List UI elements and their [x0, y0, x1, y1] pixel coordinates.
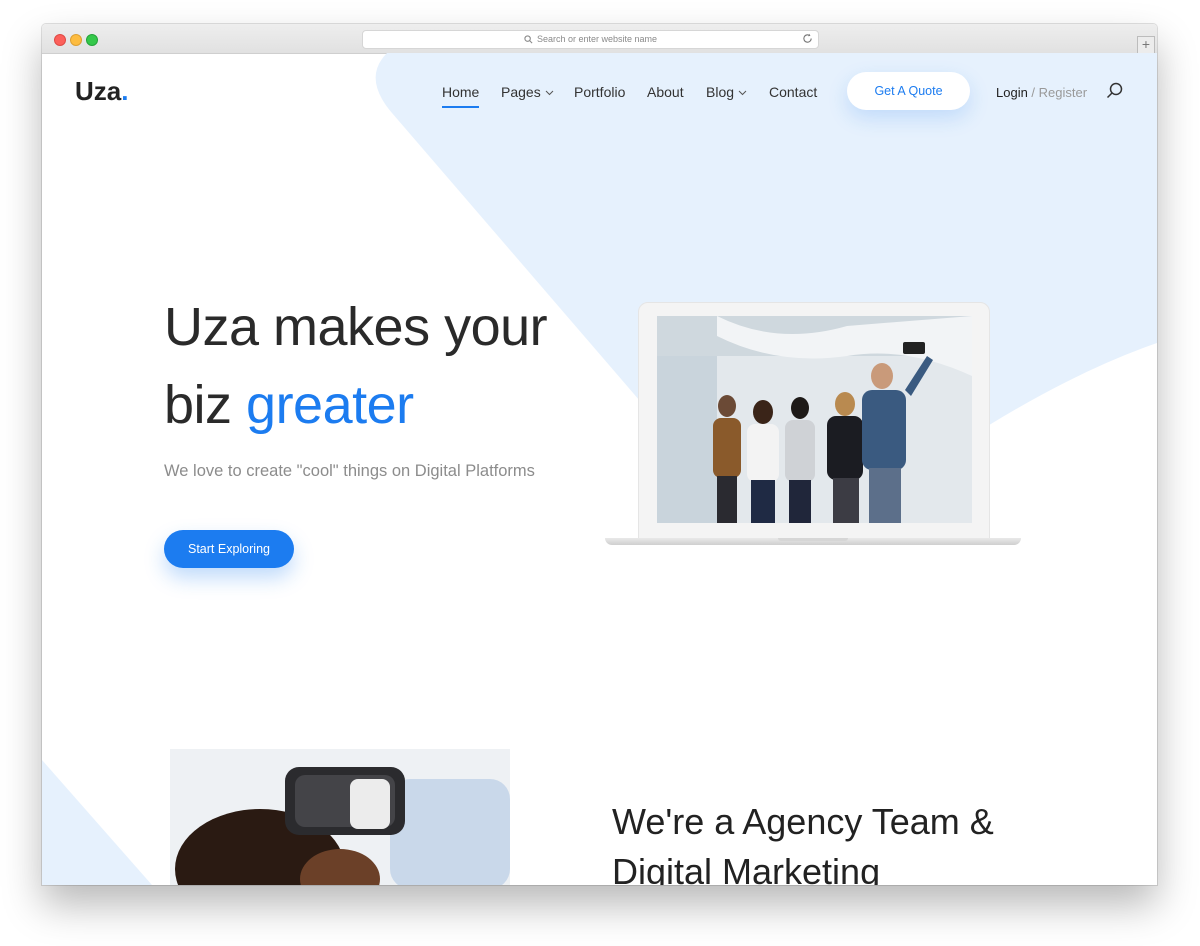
hero-title: Uza makes your biz greater — [164, 288, 624, 444]
hero-subtitle: We love to create "cool" things on Digit… — [164, 462, 535, 480]
team-photo — [657, 316, 972, 523]
team-photo-illustration — [657, 316, 972, 523]
address-placeholder: Search or enter website name — [536, 34, 658, 44]
vr-photo-illustration — [170, 749, 510, 885]
login-link[interactable]: Login — [996, 85, 1028, 100]
new-tab-button[interactable]: + — [1137, 36, 1155, 54]
hero-title-line1: Uza makes your — [164, 297, 548, 357]
chevron-down-icon — [545, 90, 554, 96]
nav-item-label: Pages — [501, 84, 541, 100]
logo-dot: . — [121, 76, 129, 106]
browser-titlebar: Search or enter website name + — [42, 24, 1157, 54]
start-exploring-button[interactable]: Start Exploring — [164, 530, 294, 568]
nav-item-blog[interactable]: Blog — [706, 84, 747, 100]
close-window-button[interactable] — [54, 34, 66, 46]
minimize-window-button[interactable] — [70, 34, 82, 46]
reload-icon[interactable] — [802, 33, 813, 44]
chevron-down-icon — [738, 90, 747, 96]
maximize-window-button[interactable] — [86, 34, 98, 46]
register-link[interactable]: Register — [1039, 85, 1087, 100]
agency-title-line2: Digital Marketing — [612, 851, 881, 885]
agency-title-line1: We're a Agency Team & — [612, 801, 994, 842]
hero-title-line2: biz greater — [164, 366, 624, 444]
logo[interactable]: Uza. — [75, 76, 128, 107]
browser-window: Search or enter website name + Uza. Home… — [42, 24, 1157, 885]
vr-photo — [170, 749, 510, 885]
auth-links: Login / Register — [996, 85, 1087, 100]
nav-item-about[interactable]: About — [647, 84, 684, 100]
get-a-quote-button[interactable]: Get A Quote — [847, 72, 970, 110]
nav-item-portfolio[interactable]: Portfolio — [574, 84, 625, 100]
page-viewport: Uza. Home Pages Portfolio About Blog Con… — [42, 53, 1157, 885]
logo-text: Uza — [75, 76, 122, 106]
hero-title-prefix: biz — [164, 375, 247, 435]
search-icon — [524, 35, 533, 44]
nav-item-contact[interactable]: Contact — [769, 84, 817, 100]
nav-item-label: Blog — [706, 84, 735, 100]
address-bar[interactable]: Search or enter website name — [362, 30, 819, 49]
hero-title-accent: greater — [246, 375, 414, 435]
auth-separator: / — [1027, 85, 1039, 100]
nav-item-pages[interactable]: Pages — [501, 84, 554, 100]
agency-title: We're a Agency Team & Digital Marketing — [612, 797, 1092, 885]
laptop-notch — [778, 538, 848, 541]
search-icon[interactable] — [1106, 82, 1124, 100]
nav-item-home[interactable]: Home — [442, 84, 480, 108]
